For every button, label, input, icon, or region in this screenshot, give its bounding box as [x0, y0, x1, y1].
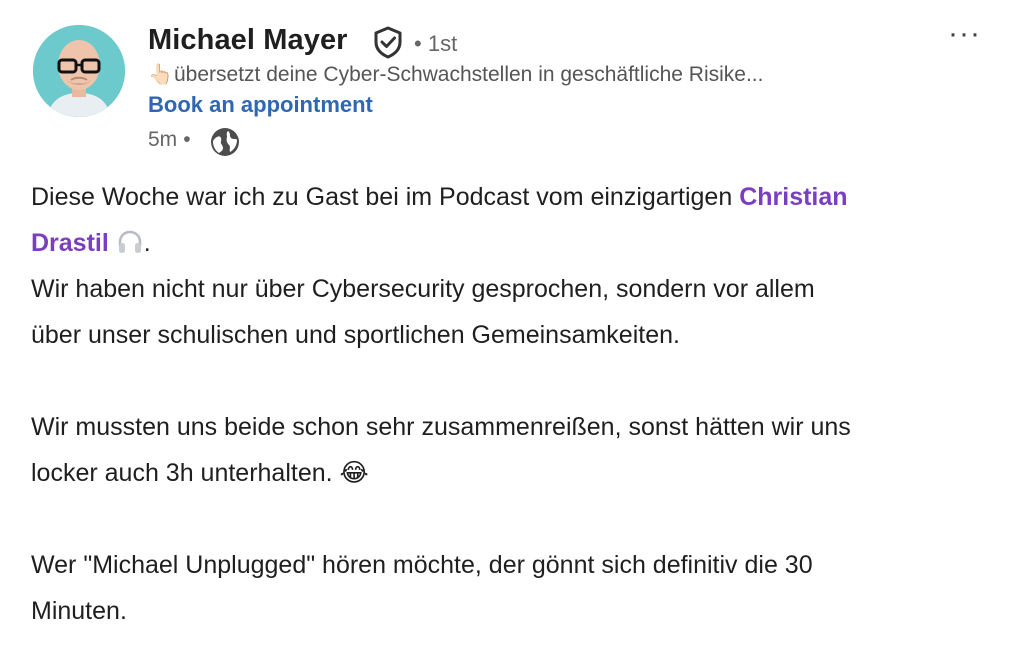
post-line-4: über unser schulischen und sportlichen G… — [31, 321, 680, 349]
avatar[interactable] — [33, 25, 125, 117]
mention-first-name[interactable]: Christian — [739, 183, 847, 211]
post-line-9: Wer "Michael Unplugged" hören möchte, de… — [31, 551, 813, 579]
post-line-6: Wir mussten uns beide schon sehr zusamme… — [31, 413, 851, 441]
post-meta: 5m • — [148, 128, 197, 156]
globe-icon[interactable] — [208, 125, 242, 159]
post-time: 5m — [148, 128, 178, 151]
connection-degree: • 1st — [414, 31, 457, 57]
post-line-7-text: locker auch 3h unterhalten. — [31, 459, 333, 487]
post-spacer-2 — [31, 496, 991, 542]
post-line-10: Minuten. — [31, 597, 127, 625]
headline-text: übersetzt deine Cyber-Schwachstellen in … — [174, 63, 764, 86]
degree-dot: • — [414, 31, 428, 56]
degree-label: 1st — [427, 31, 458, 56]
post-line-3: Wir haben nicht nur über Cybersecurity g… — [31, 275, 815, 303]
laughing-tears-emoji: 😂 — [339, 459, 369, 487]
author-name[interactable]: Michael Mayer — [148, 24, 348, 57]
pointing-up-emoji: 👆🏻 — [148, 64, 173, 86]
meta-dot: • — [183, 128, 191, 151]
post-card: Michael Mayer • 1st ··· 👆🏻übersetzt dein… — [0, 0, 1024, 646]
headphones-icon — [116, 225, 144, 271]
post-spacer-1 — [31, 358, 991, 404]
post-line-1: Diese Woche war ich zu Gast bei im Podca… — [31, 174, 991, 220]
verified-shield-icon — [370, 24, 406, 60]
post-line-1-text: Diese Woche war ich zu Gast bei im Podca… — [31, 183, 740, 211]
author-headline: 👆🏻übersetzt deine Cyber-Schwachstellen i… — [148, 62, 908, 87]
post-line-7: locker auch 3h unterhalten. 😂 — [31, 450, 991, 496]
book-appointment-link[interactable]: Book an appointment — [148, 92, 373, 118]
post-line-2-end: . — [143, 229, 151, 257]
post-line-2: Drastil . — [31, 220, 991, 266]
mention-last-name[interactable]: Drastil — [31, 229, 109, 257]
more-options-icon[interactable]: ··· — [948, 19, 984, 54]
post-body: Diese Woche war ich zu Gast bei im Podca… — [31, 174, 991, 634]
avatar-portrait — [33, 25, 125, 117]
